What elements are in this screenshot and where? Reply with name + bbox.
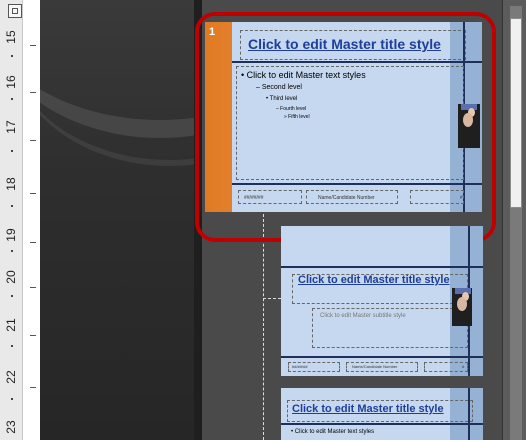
slide-workspace[interactable] — [40, 0, 194, 440]
ruler-tick — [30, 92, 36, 93]
ruler-tick — [30, 242, 36, 243]
ruler-tick — [11, 295, 13, 297]
ruler-tick — [11, 250, 13, 252]
guide-line — [281, 356, 483, 358]
ruler-tick — [30, 45, 36, 46]
ruler-tick — [11, 205, 13, 207]
ruler-number: 19 — [4, 228, 18, 242]
ruler-number: 21 — [4, 318, 18, 332]
layout-title-text: Click to edit Master title style — [298, 274, 450, 286]
ruler-tick — [30, 193, 36, 194]
layout-connector-line — [263, 298, 281, 299]
background-swoosh — [40, 0, 194, 166]
ruler-number: 23 — [4, 420, 18, 434]
footer-date-text: ##/##/## — [292, 364, 308, 369]
ruler-tick — [30, 335, 36, 336]
ruler-number: 17 — [4, 120, 18, 134]
layout-title-text: Click to edit Master title style — [292, 403, 444, 415]
ruler-tick — [30, 387, 36, 388]
ruler-number: 18 — [4, 177, 18, 191]
ruler-number: 15 — [4, 30, 18, 44]
guide-line — [281, 423, 483, 425]
ruler-corner-icon[interactable] — [8, 4, 22, 18]
ruler-tick — [11, 398, 13, 400]
ruler-tick — [11, 55, 13, 57]
ruler-tick — [30, 140, 36, 141]
ruler-strip — [22, 0, 41, 440]
selection-outline — [195, 12, 496, 242]
footer-text: Name/Candidate Number — [352, 364, 398, 369]
layout-connector-line — [263, 214, 264, 440]
footer-page-text: # — [462, 364, 465, 369]
ruler-tick — [11, 98, 13, 100]
ruler-number: 16 — [4, 75, 18, 89]
bullet-level-1: • Click to edit Master text styles — [291, 429, 375, 435]
ruler-tick — [30, 287, 36, 288]
ruler-tick — [11, 345, 13, 347]
scrollbar-thumb[interactable] — [510, 18, 522, 208]
portrait-image — [452, 288, 472, 326]
ruler-number: 20 — [4, 270, 18, 284]
layout-subtitle-text: Click to edit Master subtitle style — [320, 313, 406, 319]
ruler-number: 22 — [4, 370, 18, 384]
ruler-tick — [11, 150, 13, 152]
guide-line — [281, 266, 483, 268]
